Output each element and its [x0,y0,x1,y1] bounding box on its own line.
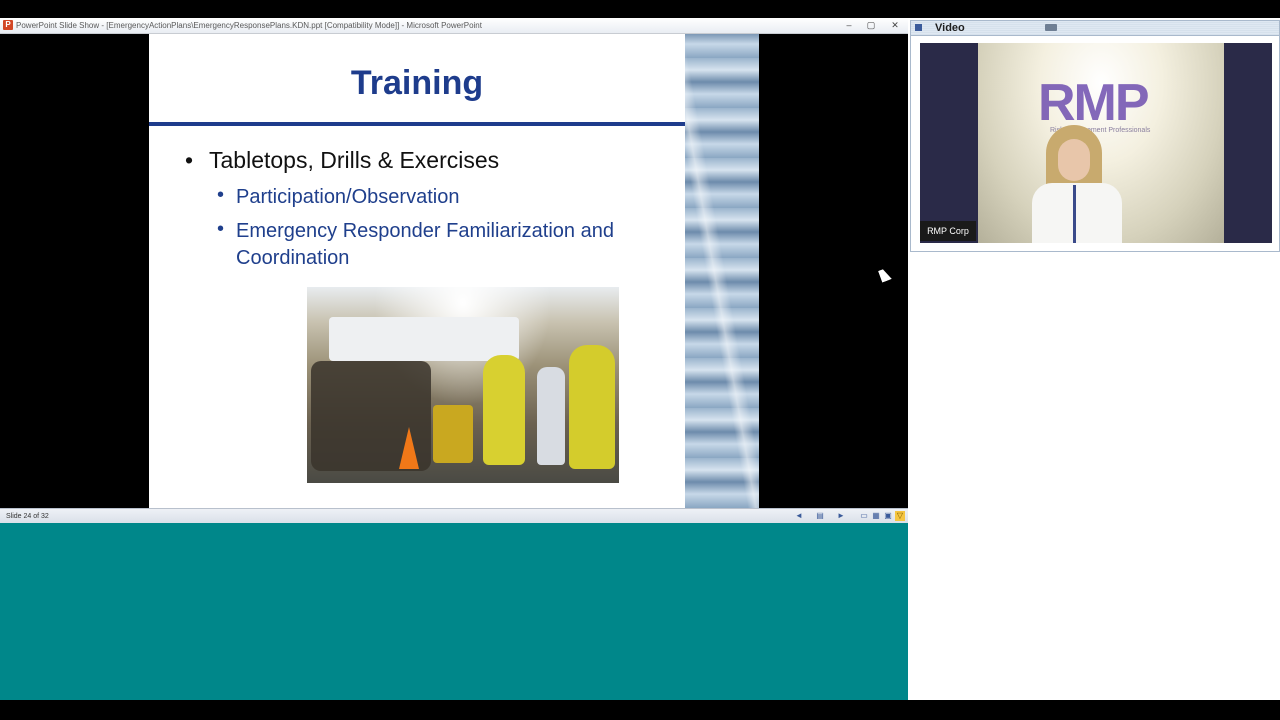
meeting-side-panel: Video RMP Risk Management Professionals … [908,18,1280,700]
video-pod-title: Video [935,22,965,34]
slide-show-area[interactable]: Training • Tabletops, Drills & Exercises… [0,34,908,508]
photo-barrel [433,405,473,463]
powerpoint-status-bar: Slide 24 of 32 ◄ ▤ ► ▭ ▦ ▣ ▽ [0,508,908,524]
photo-truck [329,317,519,361]
close-button[interactable]: ✕ [886,19,904,31]
video-pod-header: Video [911,21,1279,36]
top-letterbox [0,0,1280,18]
sub-bullet-text: Emergency Responder Familiarization and … [236,220,614,269]
restore-button[interactable]: ▢ [862,19,880,31]
bullet-dot-icon: • [217,218,225,240]
pod-menu-icon[interactable] [915,24,922,31]
notes-area [0,523,908,718]
presenter-face [1058,139,1090,181]
reading-view-icon[interactable]: ▣ [883,511,893,521]
powerpoint-app-icon[interactable]: P [3,20,13,30]
notes-icon[interactable]: ▤ [815,511,825,521]
rmp-logo: RMP [1038,74,1150,132]
next-slide-icon[interactable]: ► [836,511,846,521]
bullet-text: Tabletops, Drills & Exercises [209,147,500,173]
hazmat-drill-photo [307,287,619,483]
previous-slide-icon[interactable]: ◄ [794,511,804,521]
normal-view-icon[interactable]: ▭ [859,511,869,521]
slide-title: Training [350,64,484,102]
presenter-name-label: RMP Corp [920,221,976,241]
bottom-letterbox [0,700,1280,720]
powerpoint-window: P PowerPoint Slide Show - [EmergencyActi… [0,18,908,718]
presenter-video[interactable]: RMP Risk Management Professionals RMP Co… [920,43,1272,243]
window-title: PowerPoint Slide Show - [EmergencyAction… [16,21,482,30]
photo-traffic-cone [399,427,419,469]
mouse-cursor-icon [878,267,892,283]
slide-counter: Slide 24 of 32 [6,513,49,520]
video-pod: Video RMP Risk Management Professionals … [910,20,1280,252]
presenter-body [1032,183,1122,243]
bullet-dot-icon: • [217,184,225,206]
sub-bullet-text: Participation/Observation [236,186,460,208]
industrial-pipes-image [685,34,759,508]
slide-sorter-icon[interactable]: ▦ [871,511,881,521]
bullet-dot-icon: • [185,147,194,173]
photo-hazmat-suit [483,355,525,465]
slide-show-icon[interactable]: ▽ [895,511,905,521]
photo-hazmat-suit [569,345,615,469]
slide[interactable]: Training • Tabletops, Drills & Exercises… [149,34,759,508]
minimize-button[interactable]: – [840,19,858,31]
photo-person [537,367,565,465]
title-divider [149,122,685,126]
camera-icon[interactable] [1045,24,1057,31]
powerpoint-titlebar: P PowerPoint Slide Show - [EmergencyActi… [0,18,908,34]
presenter-lanyard [1073,185,1076,243]
